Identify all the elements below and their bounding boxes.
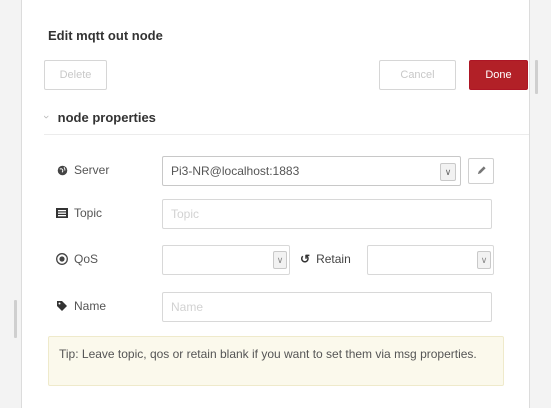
topic-label: Topic (56, 206, 102, 220)
edit-server-button[interactable] (468, 158, 494, 184)
name-input[interactable]: Name (162, 292, 492, 322)
tip-box: Tip: Leave topic, qos or retain blank if… (48, 336, 504, 386)
qos-retain-row: QoS ∨ ↺ Retain ∨ (22, 245, 529, 277)
right-panel-edge (529, 0, 551, 408)
node-properties-toggle[interactable]: › node properties (40, 104, 156, 130)
history-icon: ↺ (300, 252, 311, 266)
dialog-title: Edit mqtt out node (48, 28, 163, 43)
server-select[interactable]: Pi3-NR@localhost:1883 ∨ (162, 156, 461, 186)
left-panel-edge (0, 0, 22, 408)
chevron-down-icon[interactable]: ∨ (440, 163, 456, 181)
section-label: node properties (57, 109, 156, 125)
done-button[interactable]: Done (469, 60, 528, 90)
section-divider (44, 134, 529, 135)
edit-node-tray: Edit mqtt out node Delete Cancel Done › … (22, 0, 529, 408)
chevron-down-icon[interactable]: ∨ (273, 251, 287, 269)
scroll-indicator[interactable] (535, 60, 538, 94)
name-label: Name (56, 299, 106, 313)
retain-label: ↺ Retain (300, 252, 351, 266)
name-row: Name Name (22, 292, 529, 324)
globe-icon (56, 165, 68, 176)
chevron-down-icon[interactable]: ∨ (477, 251, 491, 269)
server-label: Server (56, 163, 109, 177)
tag-icon (56, 300, 68, 312)
delete-button[interactable]: Delete (44, 60, 107, 90)
empire-icon (56, 253, 68, 265)
tasks-icon (56, 208, 68, 218)
topic-row: Topic Topic (22, 199, 529, 231)
qos-select[interactable] (162, 245, 290, 275)
cancel-button[interactable]: Cancel (379, 60, 456, 90)
qos-label: QoS (56, 252, 98, 266)
topic-input[interactable]: Topic (162, 199, 492, 229)
chevron-right-icon: › (39, 115, 52, 119)
tip-text: Tip: Leave topic, qos or retain blank if… (59, 347, 477, 361)
server-row: Server Pi3-NR@localhost:1883 ∨ (22, 156, 529, 188)
pencil-icon (476, 164, 487, 179)
resize-handle[interactable] (14, 300, 17, 338)
retain-select[interactable] (367, 245, 494, 275)
